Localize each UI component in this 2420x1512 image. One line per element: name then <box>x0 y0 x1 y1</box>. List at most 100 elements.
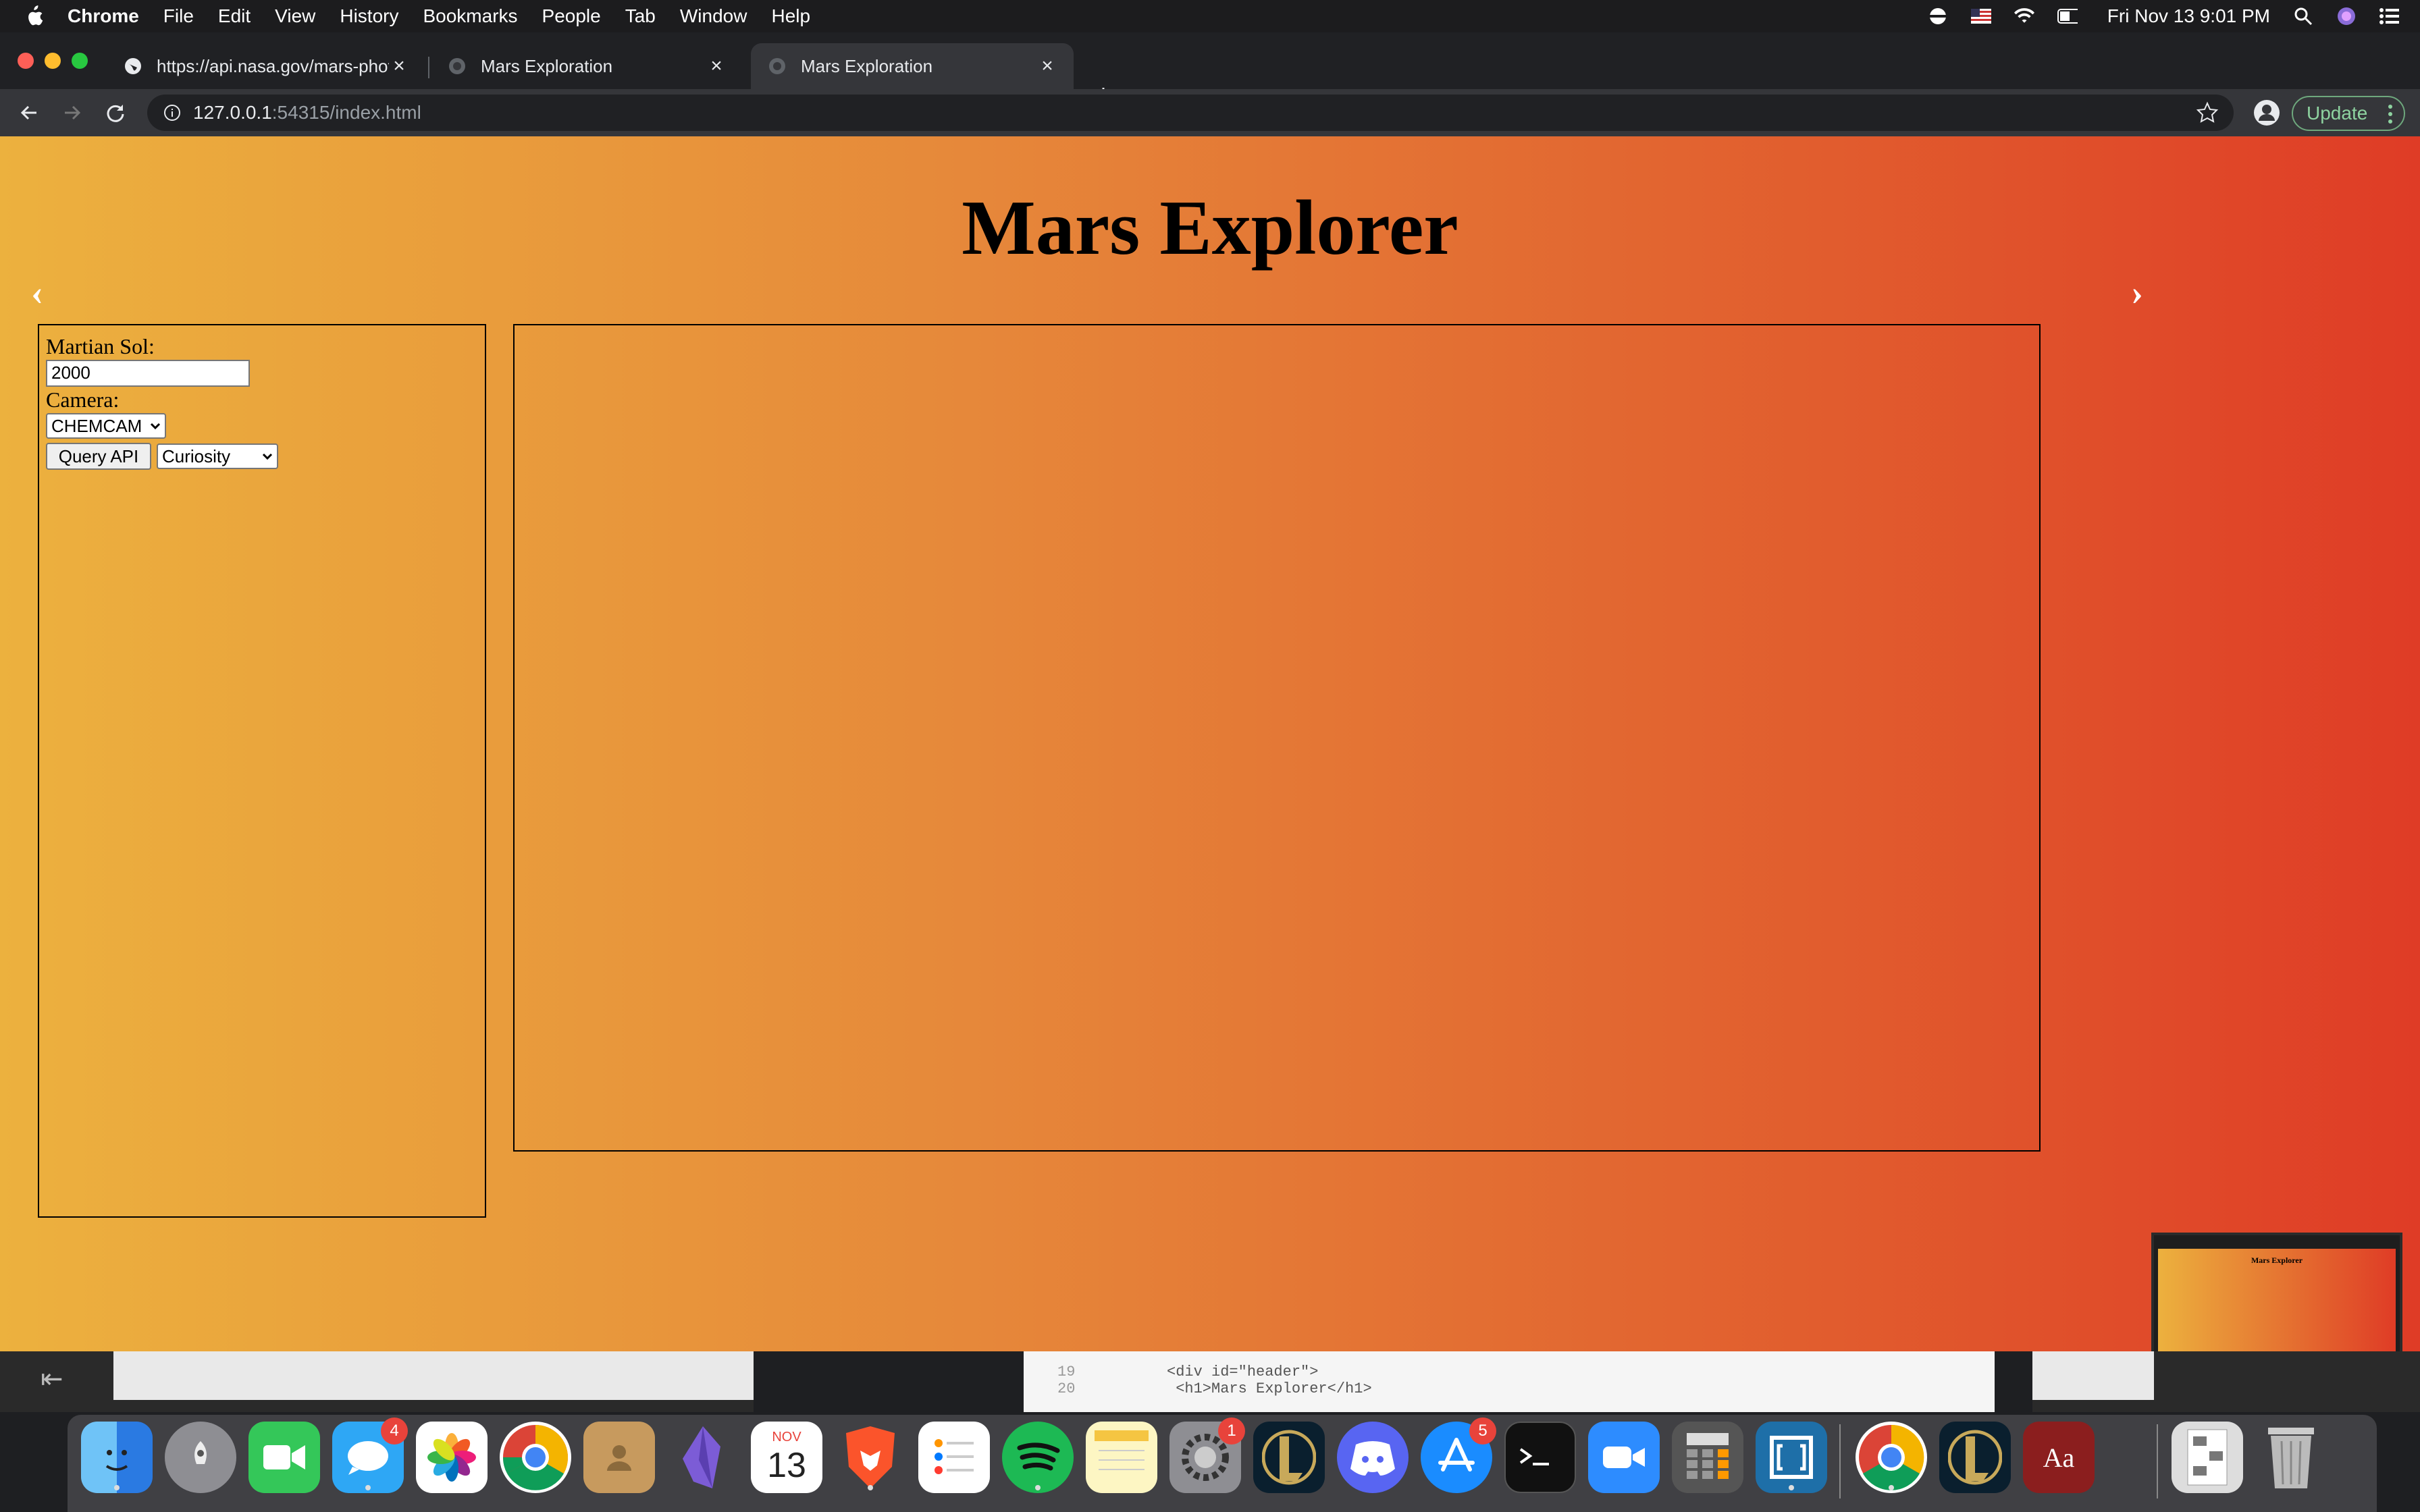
system-preferences-gear-icon[interactable]: 1 <box>1169 1418 1245 1493</box>
background-code-editor: 19 <div id="header"> 20 <h1>Mars Explorer… <box>1024 1351 1995 1412</box>
camera-select[interactable]: CHEMCAM <box>46 413 166 439</box>
finder-icon[interactable] <box>81 1422 153 1493</box>
reload-icon[interactable] <box>101 99 130 127</box>
profile-avatar-icon[interactable] <box>2253 99 2281 127</box>
documents-stack-icon[interactable] <box>2172 1422 2243 1493</box>
thumbnail-title: Mars Explorer <box>2251 1256 2303 1265</box>
sol-label: Martian Sol: <box>46 334 155 358</box>
tab-title: Mars Exploration <box>481 55 613 76</box>
browser-tab-strip: https://api.nasa.gov/mars-photos × Mars … <box>0 32 2420 109</box>
spotify-icon[interactable] <box>1002 1422 1074 1493</box>
calendar-month: NOV <box>772 1429 801 1444</box>
messages-icon[interactable]: 4 <box>332 1418 408 1493</box>
app-store-icon[interactable]: 5 <box>1421 1418 1496 1493</box>
camera-label: Camera: <box>46 387 120 412</box>
tab-mars-exploration-active[interactable]: Mars Exploration × <box>751 43 1074 89</box>
messages-badge: 4 <box>381 1418 408 1444</box>
siri-icon[interactable] <box>2336 6 2357 26</box>
carousel-next-arrow[interactable]: › <box>2131 271 2143 313</box>
page-viewport: Mars Explorer ‹ › Martian Sol: Camera: C… <box>0 136 2420 1395</box>
tab-title: https://api.nasa.gov/mars-photos <box>157 55 389 76</box>
menu-file[interactable]: File <box>163 5 194 27</box>
launchpad-rocket-icon[interactable] <box>165 1422 236 1493</box>
tab-separator <box>428 57 429 78</box>
rover-select[interactable]: Curiosity <box>157 443 278 469</box>
menu-view[interactable]: View <box>275 5 315 27</box>
carousel-prev-arrow[interactable]: ‹ <box>31 271 43 313</box>
tab-close-icon[interactable]: × <box>706 55 727 77</box>
obsidian-icon[interactable] <box>667 1422 739 1493</box>
apple-menu-icon[interactable] <box>0 5 68 28</box>
contacts-icon[interactable] <box>583 1422 655 1493</box>
chrome-icon[interactable] <box>500 1422 571 1493</box>
battery-icon[interactable] <box>2057 6 2078 26</box>
us-flag-input-icon[interactable] <box>1970 6 1991 26</box>
camera-select-value: CHEMCAM <box>51 415 142 436</box>
photo-gallery-area <box>513 324 2041 1152</box>
discord-icon[interactable] <box>1337 1422 1409 1493</box>
tab-mars-exploration[interactable]: Mars Exploration × <box>431 43 743 89</box>
reminders-icon[interactable] <box>918 1422 990 1493</box>
running-indicator <box>1035 1485 1041 1490</box>
facetime-icon[interactable] <box>248 1422 320 1493</box>
brackets-editor-icon[interactable] <box>1756 1422 1827 1493</box>
menu-help[interactable]: Help <box>771 5 810 27</box>
menu-edit[interactable]: Edit <box>218 5 251 27</box>
trash-icon[interactable] <box>2255 1422 2327 1493</box>
query-api-button[interactable]: Query API <box>46 443 151 470</box>
chrome-update-button[interactable]: Update <box>2292 96 2405 131</box>
chevron-down-icon <box>262 453 273 460</box>
background-window-left: ⇤ <box>0 1351 754 1412</box>
dock-separator <box>2157 1424 2158 1498</box>
back-arrow-icon[interactable] <box>15 99 43 127</box>
terminal-icon[interactable] <box>1504 1422 1576 1493</box>
collapse-left-arrow-icon: ⇤ <box>41 1364 63 1394</box>
sol-input[interactable] <box>46 359 250 387</box>
query-panel: Martian Sol: Camera: CHEMCAM Query API C… <box>38 324 486 1218</box>
window-minimize-button[interactable] <box>45 53 61 69</box>
background-sheet <box>2032 1351 2154 1400</box>
tab-close-icon[interactable]: × <box>389 55 409 77</box>
browser-toolbar: 127.0.0.1:54315/index.html Update <box>0 89 2420 136</box>
menu-clock[interactable]: Fri Nov 13 9:01 PM <box>2107 5 2270 27</box>
running-indicator <box>114 1485 120 1490</box>
window-zoom-button[interactable] <box>72 53 88 69</box>
wifi-icon[interactable] <box>2014 6 2034 26</box>
brave-lion-icon[interactable] <box>835 1422 906 1493</box>
tab-close-icon[interactable]: × <box>1037 55 1057 77</box>
vpn-status-icon[interactable] <box>1928 6 1948 26</box>
menu-bookmarks[interactable]: Bookmarks <box>423 5 517 27</box>
calendar-icon[interactable]: NOV 13 <box>751 1422 822 1493</box>
window-close-button[interactable] <box>18 53 34 69</box>
update-button-label: Update <box>2307 103 2368 124</box>
url-path: :54315/index.html <box>271 102 421 123</box>
photos-icon[interactable] <box>416 1422 488 1493</box>
notification-center-icon[interactable] <box>2379 6 2400 26</box>
notes-icon[interactable] <box>1086 1422 1157 1493</box>
bookmark-star-icon[interactable] <box>2196 101 2219 124</box>
menu-app-chrome[interactable]: Chrome <box>68 5 139 27</box>
spotlight-search-icon[interactable] <box>2293 6 2313 26</box>
tab-nasa-api[interactable]: https://api.nasa.gov/mars-photos × <box>107 43 425 89</box>
more-menu-icon[interactable] <box>2388 104 2393 124</box>
macos-dock: 4 NOV 13 1 5 Aa <box>68 1415 2377 1512</box>
menu-history[interactable]: History <box>340 5 398 27</box>
league-of-legends-icon[interactable] <box>1939 1422 2011 1493</box>
background-sheet <box>113 1351 754 1400</box>
site-info-icon[interactable] <box>163 104 181 122</box>
calculator-icon[interactable] <box>1672 1422 1743 1493</box>
menu-window[interactable]: Window <box>680 5 747 27</box>
code-line: 20 <h1>Mars Explorer</h1> <box>1057 1380 1372 1397</box>
address-bar[interactable]: 127.0.0.1:54315/index.html <box>147 94 2234 131</box>
rover-select-value: Curiosity <box>162 446 231 466</box>
league-of-legends-icon[interactable] <box>1253 1422 1325 1493</box>
menu-tab[interactable]: Tab <box>625 5 656 27</box>
running-indicator <box>365 1485 371 1490</box>
menu-people[interactable]: People <box>542 5 601 27</box>
zoom-video-icon[interactable] <box>1588 1422 1660 1493</box>
dictionary-icon[interactable]: Aa <box>2023 1422 2095 1493</box>
globe-icon <box>767 56 787 76</box>
forward-arrow-icon[interactable] <box>58 99 86 127</box>
chrome-icon[interactable] <box>1856 1422 1927 1493</box>
running-indicator <box>1789 1485 1794 1490</box>
